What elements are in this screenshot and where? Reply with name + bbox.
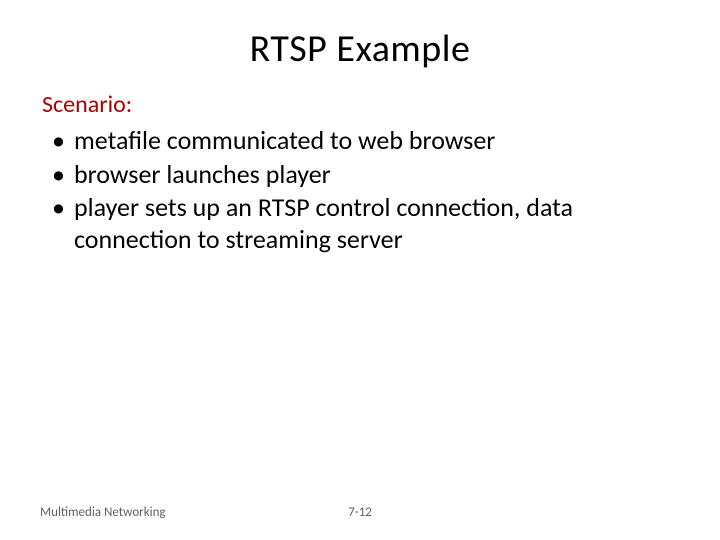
list-item: metafile communicated to web browser [52,125,680,157]
slide: RTSP Example Scenario: metafile communic… [0,0,720,540]
list-item: player sets up an RTSP control connectio… [52,192,680,255]
list-item: browser launches player [52,159,680,191]
scenario-subhead: Scenario: [42,90,680,119]
footer-page-number: 7-12 [348,505,372,520]
slide-title: RTSP Example [40,26,680,72]
footer-left: Multimedia Networking [40,505,166,520]
bullet-list: metafile communicated to web browser bro… [40,125,680,256]
